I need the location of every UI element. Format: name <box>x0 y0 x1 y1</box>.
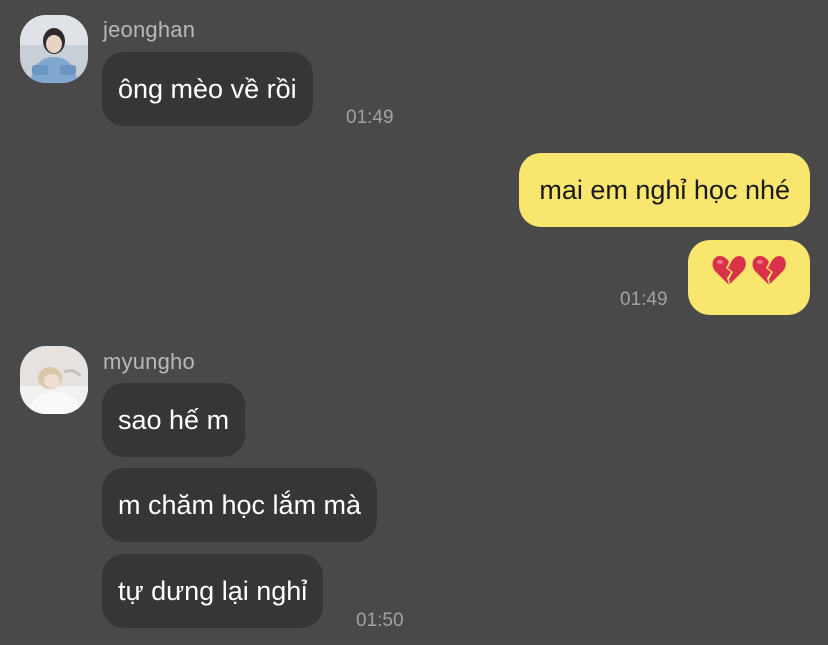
message-timestamp: 01:50 <box>356 610 404 631</box>
message-bubble[interactable]: tự dưng lại nghỉ <box>102 554 324 628</box>
outgoing-emoji-bubble[interactable] <box>688 240 810 315</box>
sender-name: jeonghan <box>103 17 196 42</box>
message-bubble[interactable]: sao hế m <box>102 383 246 457</box>
sender-name: myungho <box>103 349 195 374</box>
message-timestamp: 01:49 <box>620 289 668 310</box>
broken-heart-icon <box>751 241 787 315</box>
profile-photo-jeonghan-icon <box>20 15 88 83</box>
message-bubble[interactable]: m chăm học lắm mà <box>102 468 378 542</box>
avatar-myungho[interactable] <box>20 346 88 414</box>
avatar-jeonghan[interactable] <box>20 15 88 83</box>
message-timestamp: 01:49 <box>346 107 394 128</box>
broken-heart-icon <box>711 241 747 315</box>
profile-photo-myungho-icon <box>20 346 88 414</box>
outgoing-message-bubble[interactable]: mai em nghỉ học nhé <box>519 153 810 227</box>
message-bubble[interactable]: ông mèo về rồi <box>102 52 313 126</box>
